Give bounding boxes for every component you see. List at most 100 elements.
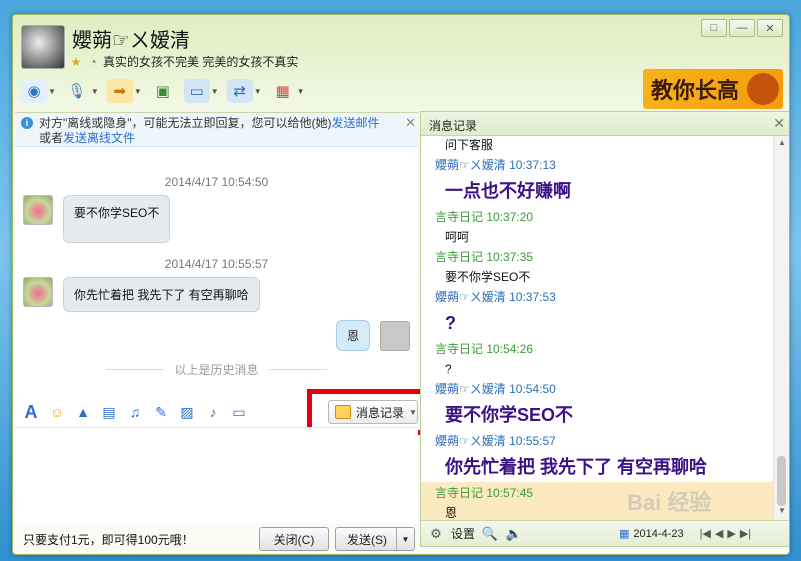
notice-text-part: 或者 <box>39 131 64 145</box>
send-button[interactable]: 发送(S) ▼ <box>335 527 415 551</box>
avatar[interactable] <box>23 277 53 307</box>
chevron-down-icon: ▼ <box>48 86 56 96</box>
message-input[interactable] <box>15 427 418 523</box>
scrollbar[interactable]: ▲ ▼ <box>773 136 789 520</box>
chat-window: 孆蒴☞ㄨ嫒清 ★ ◔ 真实的女孩不完美 完美的女孩不真实 □ — ✕ ◉ ▼ 🎙 ▼… <box>12 14 790 555</box>
history-entry-header: 言寺日记 10:54:26 <box>435 342 534 356</box>
close-window-button[interactable]: ✕ <box>757 19 783 37</box>
scroll-thumb[interactable] <box>777 456 786 506</box>
scroll-down-icon[interactable]: ▼ <box>776 506 788 518</box>
history-entry-text: 呵呵 <box>445 230 470 244</box>
history-entry-text: 一点也不好赚啊 <box>445 181 571 201</box>
history-entry-header: 孆蒴☞ㄨ嫒清 10:37:13 <box>435 158 556 172</box>
status-icon: ◔ <box>89 54 97 69</box>
apps-grid-button[interactable]: ▦ ▼ <box>270 79 305 103</box>
chat-pane: i 对方"离线或隐身"，可能无法立即回复，您可以给他(她)发送邮件 或者发送离线… <box>15 112 418 412</box>
close-icon[interactable]: ✕ <box>773 115 785 132</box>
history-entry-text: 你先忙着把 我先下了 有空再聊哈 <box>445 457 708 477</box>
star-icon: ★ <box>70 54 82 69</box>
film-icon[interactable]: ▤ <box>99 402 119 422</box>
history-entry-header: 孆蒴☞ㄨ嫒清 10:54:50 <box>435 382 556 396</box>
offline-notice: i 对方"离线或隐身"，可能无法立即回复，您可以给他(她)发送邮件 或者发送离线… <box>15 113 418 147</box>
restore-button[interactable]: □ <box>701 19 727 37</box>
history-entry-text: 问下客服 <box>445 138 494 152</box>
video-icon: ◉ <box>21 79 47 103</box>
footer: 只要支付1元，即可得100元哦！ 关闭(C) 发送(S) ▼ <box>15 523 418 554</box>
chevron-down-icon: ▼ <box>253 86 262 96</box>
date-picker[interactable]: ▦ 2014-4-23 <box>619 527 684 541</box>
timestamp: 2014/4/17 10:55:57 <box>164 257 269 271</box>
avatar[interactable] <box>23 195 53 225</box>
history-footer: ⚙ 设置 🔍 🔈 ▦ 2014-4-23 |◀ ◀ ▶ ▶| <box>421 520 789 546</box>
chevron-down-icon: ▼ <box>133 86 142 96</box>
screenshot-icon[interactable]: ▭ <box>229 402 249 422</box>
minimize-button[interactable]: — <box>729 19 755 37</box>
header: 孆蒴☞ㄨ嫒清 ★ ◔ 真实的女孩不完美 完美的女孩不真实 □ — ✕ ◉ ▼ 🎙 ▼… <box>13 15 789 113</box>
search-icon[interactable]: 🔍 <box>481 525 499 543</box>
voice-button[interactable]: 🎙 ▼ <box>64 79 99 103</box>
font-icon[interactable]: A <box>21 402 41 422</box>
history-entry-header: 言寺日记 10:57:45 <box>421 482 773 504</box>
message-bubble: 要不你学SEO不 <box>63 195 171 243</box>
video-button[interactable]: ◉ ▼ <box>21 79 56 103</box>
send-offline-file-link[interactable]: 发送离线文件 <box>63 131 135 145</box>
prev-page-icon[interactable]: ◀ <box>715 527 723 540</box>
my-avatar[interactable] <box>380 320 410 351</box>
chevron-down-icon: ▼ <box>90 86 99 96</box>
history-entry-text: 恩 <box>421 504 773 520</box>
history-title-label: 消息记录 <box>429 119 478 133</box>
main-toolbar: ◉ ▼ 🎙 ▼ ➡ ▼ ▣ ▭ ▼ ⇄ ▼ ▦ ▼ <box>21 79 305 103</box>
calendar-icon: ▦ <box>619 528 630 540</box>
next-page-icon[interactable]: ▶ <box>727 527 735 540</box>
history-entry-text: 要不你学SEO不 <box>445 270 531 284</box>
settings-label[interactable]: 设置 <box>451 525 475 542</box>
history-entry-text: ? <box>445 313 456 333</box>
ad-text: 教你长高 <box>651 79 740 104</box>
chevron-down-icon: ▼ <box>296 86 305 96</box>
promo-text[interactable]: 只要支付1元，即可得100元哦！ <box>23 531 194 548</box>
signature-row: ★ ◔ 真实的女孩不完美 完美的女孩不真实 <box>69 53 299 70</box>
signature-text: 真实的女孩不完美 完美的女孩不真实 <box>103 55 299 69</box>
close-icon[interactable]: ✕ <box>405 115 416 130</box>
share-button[interactable]: ⇄ ▼ <box>226 79 262 103</box>
file-transfer-button[interactable]: ➡ ▼ <box>106 79 142 103</box>
last-page-icon[interactable]: ▶| <box>740 527 751 540</box>
message-row: 你先忙着把 我先下了 有空再聊哈 <box>23 277 418 312</box>
first-page-icon[interactable]: |◀ <box>700 527 711 540</box>
music-icon[interactable]: ♪ <box>203 402 223 422</box>
send-email-link[interactable]: 发送邮件 <box>332 116 380 130</box>
mic-icon: 🎙 <box>67 83 87 100</box>
ad-banner[interactable]: 教你长高 <box>643 69 783 109</box>
info-icon: i <box>21 117 33 129</box>
remote-desktop-button[interactable]: ▭ ▼ <box>183 79 219 103</box>
apps-grid-icon: ▦ <box>275 83 290 100</box>
remote-desktop-icon: ▭ <box>183 79 210 103</box>
notice-text: 对方"离线或隐身"，可能无法立即回复，您可以给他(她)发送邮件 或者发送离线文件 <box>39 116 410 146</box>
write-icon[interactable]: ✎ <box>151 402 171 422</box>
close-button[interactable]: 关闭(C) <box>259 527 329 551</box>
chevron-down-icon[interactable]: ▼ <box>396 528 414 550</box>
window-controls: □ — ✕ <box>701 19 783 37</box>
app-button[interactable]: ▣ <box>150 79 176 103</box>
scroll-up-icon[interactable]: ▲ <box>776 138 788 150</box>
history-pane-title: 消息记录 ✕ <box>421 112 789 136</box>
history-pane: 消息记录 ✕ 问下客服孆蒴☞ㄨ嫒清 10:37:13 一点也不好赚啊言寺日记 10… <box>420 111 789 547</box>
history-entry-header: 言寺日记 10:37:20 <box>435 210 534 224</box>
emoji-icon[interactable]: ☺ <box>47 402 67 422</box>
app-icon: ▣ <box>155 83 170 100</box>
message-bubble: 你先忙着把 我先下了 有空再聊哈 <box>63 277 260 312</box>
chevron-down-icon: ▼ <box>210 86 219 96</box>
message-row: 要不你学SEO不 <box>23 195 418 243</box>
gear-icon[interactable]: ⚙ <box>427 525 445 543</box>
speaker-icon[interactable]: 🔈 <box>505 525 523 543</box>
ad-figure <box>747 73 779 105</box>
history-entry-header: 言寺日记 10:37:35 <box>435 250 534 264</box>
image-icon[interactable]: ▨ <box>177 402 197 422</box>
voice-msg-icon[interactable]: ♫ <box>125 402 145 422</box>
contact-avatar[interactable] <box>21 25 65 69</box>
notice-text-part: 对方"离线或隐身"，可能无法立即回复，您可以给他(她) <box>39 116 332 130</box>
history-entry-header: 孆蒴☞ㄨ嫒清 10:37:53 <box>435 290 556 304</box>
magic-icon[interactable]: ▲ <box>73 402 93 422</box>
watermark: Bai 经验 <box>627 490 712 515</box>
history-divider-label: 以上是历史消息 <box>174 363 259 377</box>
